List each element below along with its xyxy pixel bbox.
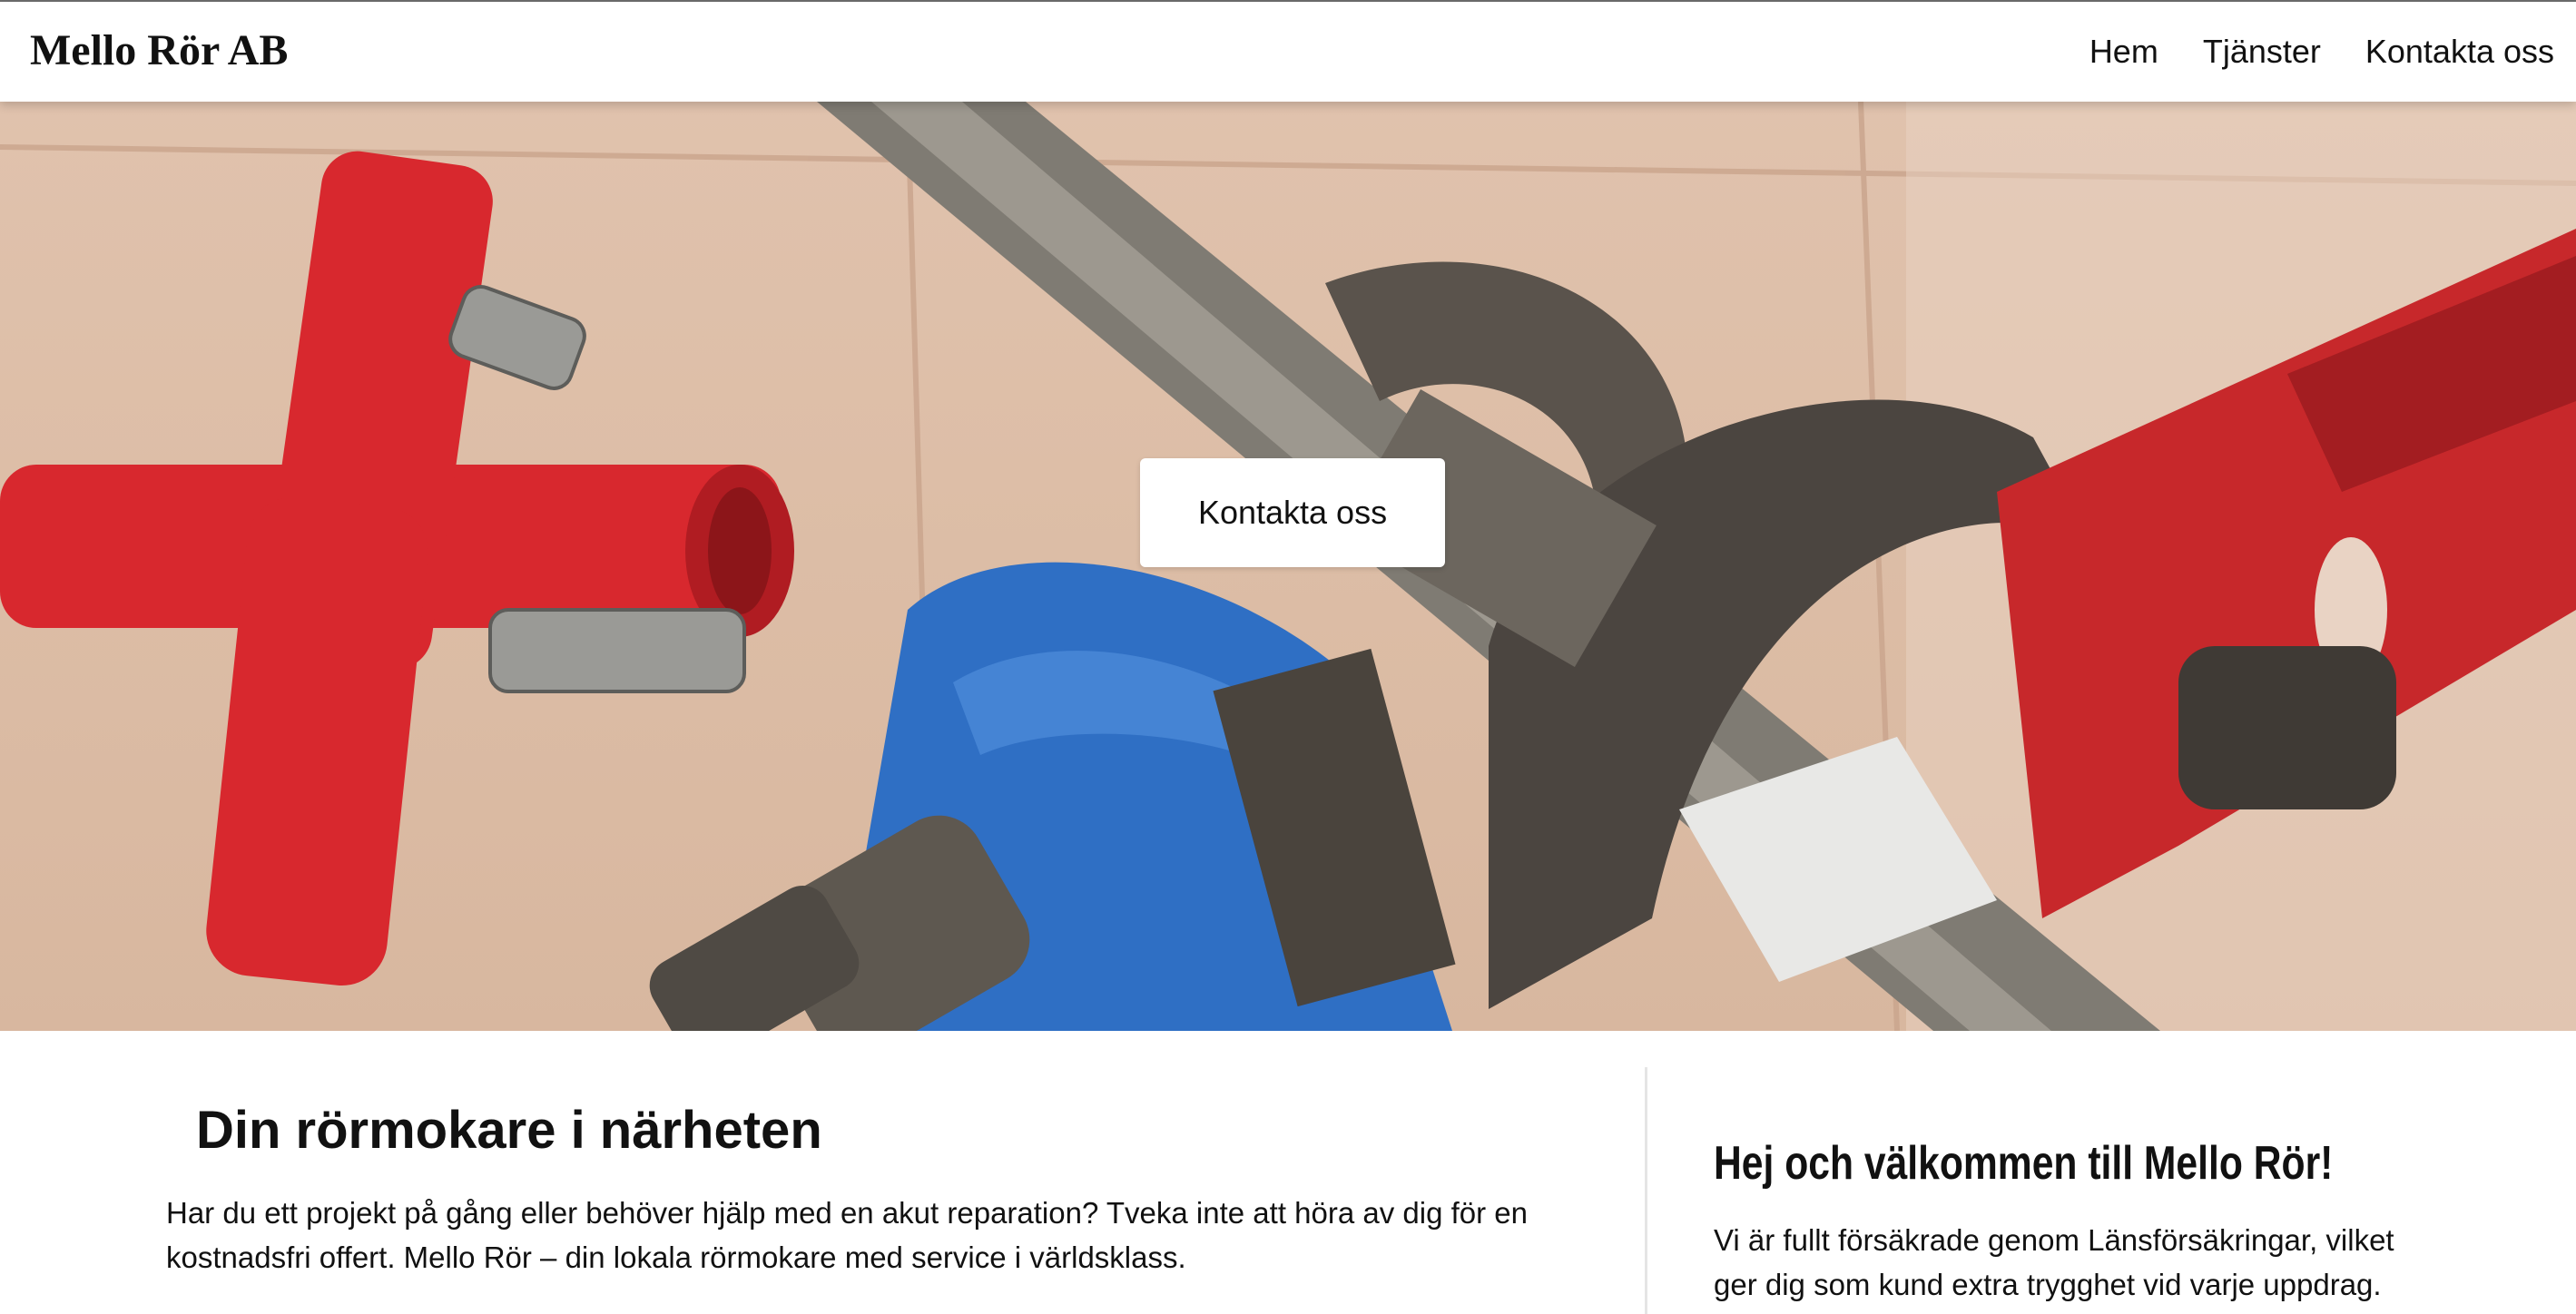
main-nav: Hem Tjänster Kontakta oss [2045, 33, 2554, 71]
nav-item-kontakta[interactable]: Kontakta oss [2365, 33, 2554, 71]
red-pipe-fitting [0, 151, 794, 986]
navbar: Mello Rör AB Hem Tjänster Kontakta oss [0, 2, 2576, 102]
main-paragraph: Har du ett projekt på gång eller behöver… [166, 1196, 1528, 1274]
nav-item-tjanster[interactable]: Tjänster [2203, 33, 2321, 71]
welcome-heading: Hej och välkommen till Mello Rör! [1714, 1137, 2334, 1190]
column-divider [1645, 1067, 1647, 1314]
hero-contact-button[interactable]: Kontakta oss [1140, 458, 1445, 567]
hero-banner: Kontakta oss [0, 102, 2576, 1031]
nav-item-hem[interactable]: Hem [2089, 33, 2158, 71]
main-heading: Din rörmokare i närheten [196, 1101, 822, 1160]
welcome-paragraph: Vi är fullt försäkrade genom Länsförsäkr… [1714, 1223, 2394, 1301]
brand-logo[interactable]: Mello Rör AB [30, 25, 288, 75]
content-section: Din rörmokare i närheten Har du ett proj… [0, 1031, 2576, 1314]
